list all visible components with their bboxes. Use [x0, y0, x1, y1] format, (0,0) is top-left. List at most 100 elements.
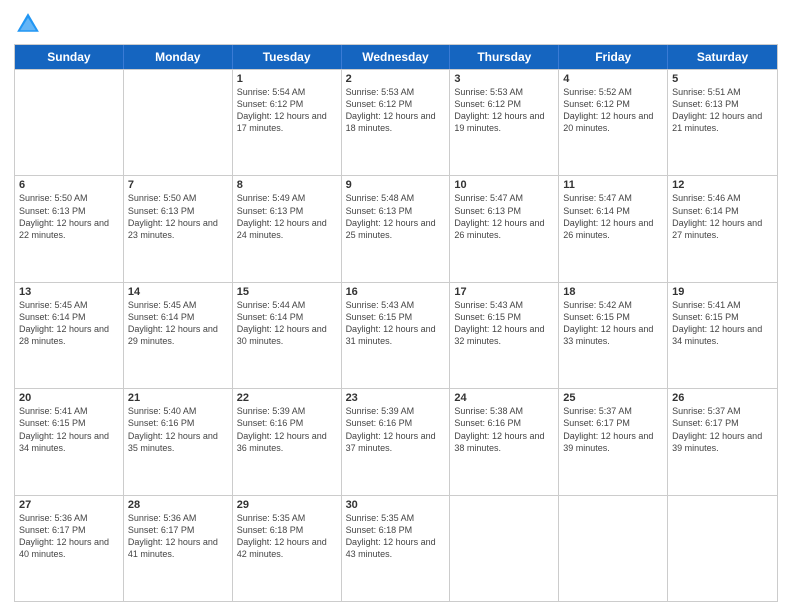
calendar-header-cell: Tuesday [233, 45, 342, 69]
calendar-header-cell: Friday [559, 45, 668, 69]
day-number: 23 [346, 392, 446, 404]
day-info: Sunrise: 5:35 AM Sunset: 6:18 PM Dayligh… [237, 512, 337, 561]
calendar-body: 1Sunrise: 5:54 AM Sunset: 6:12 PM Daylig… [15, 69, 777, 601]
calendar-cell: 30Sunrise: 5:35 AM Sunset: 6:18 PM Dayli… [342, 496, 451, 601]
calendar-cell: 7Sunrise: 5:50 AM Sunset: 6:13 PM Daylig… [124, 176, 233, 281]
calendar-cell: 2Sunrise: 5:53 AM Sunset: 6:12 PM Daylig… [342, 70, 451, 175]
day-number: 26 [672, 392, 773, 404]
calendar-header-cell: Wednesday [342, 45, 451, 69]
day-info: Sunrise: 5:36 AM Sunset: 6:17 PM Dayligh… [19, 512, 119, 561]
calendar-cell: 12Sunrise: 5:46 AM Sunset: 6:14 PM Dayli… [668, 176, 777, 281]
day-info: Sunrise: 5:40 AM Sunset: 6:16 PM Dayligh… [128, 405, 228, 454]
calendar-cell: 21Sunrise: 5:40 AM Sunset: 6:16 PM Dayli… [124, 389, 233, 494]
calendar-row: 20Sunrise: 5:41 AM Sunset: 6:15 PM Dayli… [15, 388, 777, 494]
day-info: Sunrise: 5:51 AM Sunset: 6:13 PM Dayligh… [672, 86, 773, 135]
day-info: Sunrise: 5:46 AM Sunset: 6:14 PM Dayligh… [672, 192, 773, 241]
calendar: SundayMondayTuesdayWednesdayThursdayFrid… [14, 44, 778, 602]
day-number: 3 [454, 73, 554, 85]
calendar-header-row: SundayMondayTuesdayWednesdayThursdayFrid… [15, 45, 777, 69]
day-info: Sunrise: 5:45 AM Sunset: 6:14 PM Dayligh… [128, 299, 228, 348]
calendar-cell: 6Sunrise: 5:50 AM Sunset: 6:13 PM Daylig… [15, 176, 124, 281]
day-number: 28 [128, 499, 228, 511]
day-info: Sunrise: 5:37 AM Sunset: 6:17 PM Dayligh… [563, 405, 663, 454]
day-info: Sunrise: 5:37 AM Sunset: 6:17 PM Dayligh… [672, 405, 773, 454]
day-number: 24 [454, 392, 554, 404]
calendar-cell: 29Sunrise: 5:35 AM Sunset: 6:18 PM Dayli… [233, 496, 342, 601]
day-number: 7 [128, 179, 228, 191]
day-number: 8 [237, 179, 337, 191]
day-number: 9 [346, 179, 446, 191]
calendar-header-cell: Sunday [15, 45, 124, 69]
calendar-cell: 11Sunrise: 5:47 AM Sunset: 6:14 PM Dayli… [559, 176, 668, 281]
day-info: Sunrise: 5:42 AM Sunset: 6:15 PM Dayligh… [563, 299, 663, 348]
calendar-row: 27Sunrise: 5:36 AM Sunset: 6:17 PM Dayli… [15, 495, 777, 601]
calendar-cell: 5Sunrise: 5:51 AM Sunset: 6:13 PM Daylig… [668, 70, 777, 175]
calendar-cell: 24Sunrise: 5:38 AM Sunset: 6:16 PM Dayli… [450, 389, 559, 494]
day-info: Sunrise: 5:50 AM Sunset: 6:13 PM Dayligh… [19, 192, 119, 241]
day-number: 1 [237, 73, 337, 85]
calendar-cell [15, 70, 124, 175]
calendar-cell: 9Sunrise: 5:48 AM Sunset: 6:13 PM Daylig… [342, 176, 451, 281]
logo-icon [14, 10, 42, 38]
calendar-cell: 4Sunrise: 5:52 AM Sunset: 6:12 PM Daylig… [559, 70, 668, 175]
day-info: Sunrise: 5:50 AM Sunset: 6:13 PM Dayligh… [128, 192, 228, 241]
day-number: 29 [237, 499, 337, 511]
calendar-cell [450, 496, 559, 601]
day-info: Sunrise: 5:36 AM Sunset: 6:17 PM Dayligh… [128, 512, 228, 561]
day-number: 2 [346, 73, 446, 85]
calendar-cell [668, 496, 777, 601]
calendar-cell: 14Sunrise: 5:45 AM Sunset: 6:14 PM Dayli… [124, 283, 233, 388]
day-info: Sunrise: 5:48 AM Sunset: 6:13 PM Dayligh… [346, 192, 446, 241]
calendar-cell: 20Sunrise: 5:41 AM Sunset: 6:15 PM Dayli… [15, 389, 124, 494]
calendar-cell: 19Sunrise: 5:41 AM Sunset: 6:15 PM Dayli… [668, 283, 777, 388]
calendar-cell [559, 496, 668, 601]
day-number: 11 [563, 179, 663, 191]
calendar-cell: 8Sunrise: 5:49 AM Sunset: 6:13 PM Daylig… [233, 176, 342, 281]
day-number: 10 [454, 179, 554, 191]
day-info: Sunrise: 5:47 AM Sunset: 6:13 PM Dayligh… [454, 192, 554, 241]
day-number: 30 [346, 499, 446, 511]
day-number: 12 [672, 179, 773, 191]
calendar-cell: 25Sunrise: 5:37 AM Sunset: 6:17 PM Dayli… [559, 389, 668, 494]
day-number: 22 [237, 392, 337, 404]
day-number: 25 [563, 392, 663, 404]
calendar-row: 13Sunrise: 5:45 AM Sunset: 6:14 PM Dayli… [15, 282, 777, 388]
day-number: 16 [346, 286, 446, 298]
calendar-cell: 18Sunrise: 5:42 AM Sunset: 6:15 PM Dayli… [559, 283, 668, 388]
day-number: 15 [237, 286, 337, 298]
day-number: 27 [19, 499, 119, 511]
day-number: 19 [672, 286, 773, 298]
calendar-cell [124, 70, 233, 175]
calendar-cell: 17Sunrise: 5:43 AM Sunset: 6:15 PM Dayli… [450, 283, 559, 388]
calendar-cell: 23Sunrise: 5:39 AM Sunset: 6:16 PM Dayli… [342, 389, 451, 494]
calendar-header-cell: Saturday [668, 45, 777, 69]
calendar-cell: 3Sunrise: 5:53 AM Sunset: 6:12 PM Daylig… [450, 70, 559, 175]
day-info: Sunrise: 5:45 AM Sunset: 6:14 PM Dayligh… [19, 299, 119, 348]
day-info: Sunrise: 5:47 AM Sunset: 6:14 PM Dayligh… [563, 192, 663, 241]
day-number: 6 [19, 179, 119, 191]
day-info: Sunrise: 5:35 AM Sunset: 6:18 PM Dayligh… [346, 512, 446, 561]
calendar-cell: 16Sunrise: 5:43 AM Sunset: 6:15 PM Dayli… [342, 283, 451, 388]
day-number: 5 [672, 73, 773, 85]
day-number: 14 [128, 286, 228, 298]
calendar-cell: 22Sunrise: 5:39 AM Sunset: 6:16 PM Dayli… [233, 389, 342, 494]
day-info: Sunrise: 5:43 AM Sunset: 6:15 PM Dayligh… [454, 299, 554, 348]
calendar-cell: 1Sunrise: 5:54 AM Sunset: 6:12 PM Daylig… [233, 70, 342, 175]
day-info: Sunrise: 5:54 AM Sunset: 6:12 PM Dayligh… [237, 86, 337, 135]
calendar-cell: 10Sunrise: 5:47 AM Sunset: 6:13 PM Dayli… [450, 176, 559, 281]
day-number: 4 [563, 73, 663, 85]
day-info: Sunrise: 5:41 AM Sunset: 6:15 PM Dayligh… [19, 405, 119, 454]
day-info: Sunrise: 5:43 AM Sunset: 6:15 PM Dayligh… [346, 299, 446, 348]
day-info: Sunrise: 5:52 AM Sunset: 6:12 PM Dayligh… [563, 86, 663, 135]
calendar-cell: 15Sunrise: 5:44 AM Sunset: 6:14 PM Dayli… [233, 283, 342, 388]
day-number: 21 [128, 392, 228, 404]
day-info: Sunrise: 5:39 AM Sunset: 6:16 PM Dayligh… [237, 405, 337, 454]
calendar-header-cell: Thursday [450, 45, 559, 69]
day-info: Sunrise: 5:44 AM Sunset: 6:14 PM Dayligh… [237, 299, 337, 348]
day-info: Sunrise: 5:53 AM Sunset: 6:12 PM Dayligh… [346, 86, 446, 135]
calendar-cell: 13Sunrise: 5:45 AM Sunset: 6:14 PM Dayli… [15, 283, 124, 388]
day-info: Sunrise: 5:39 AM Sunset: 6:16 PM Dayligh… [346, 405, 446, 454]
page: SundayMondayTuesdayWednesdayThursdayFrid… [0, 0, 792, 612]
calendar-row: 6Sunrise: 5:50 AM Sunset: 6:13 PM Daylig… [15, 175, 777, 281]
day-info: Sunrise: 5:38 AM Sunset: 6:16 PM Dayligh… [454, 405, 554, 454]
